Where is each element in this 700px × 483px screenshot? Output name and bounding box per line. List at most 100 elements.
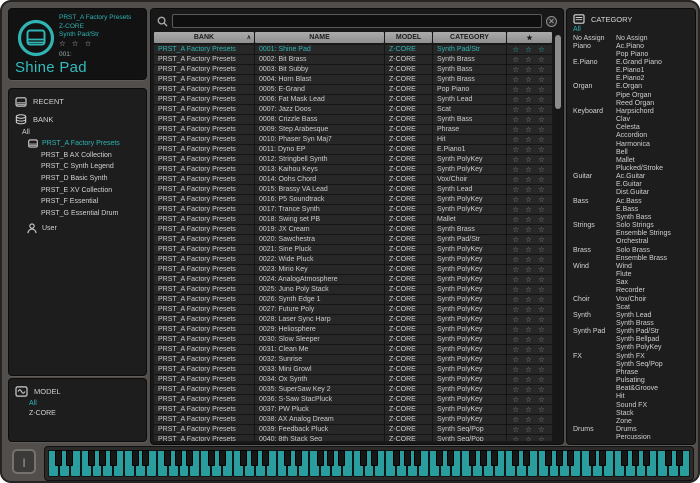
category-sub-item[interactable]: E.Guitar bbox=[616, 181, 695, 189]
bank-item[interactable]: PRST_G Essential Drum bbox=[9, 208, 146, 220]
cell-rating-stars[interactable]: ☆ ☆ ☆ bbox=[507, 265, 552, 274]
cell-rating-stars[interactable]: ☆ ☆ ☆ bbox=[507, 345, 552, 354]
table-row[interactable]: PRST_A Factory Presets0028: Laser Sync H… bbox=[154, 315, 552, 324]
user-bank-item[interactable]: User bbox=[9, 221, 146, 235]
cell-rating-stars[interactable]: ☆ ☆ ☆ bbox=[507, 325, 552, 334]
table-row[interactable]: PRST_A Factory Presets0012: Stringbell S… bbox=[154, 155, 552, 164]
category-sub-item[interactable]: Clav bbox=[616, 116, 695, 124]
category-sub-item[interactable]: Ac.Bass bbox=[616, 198, 695, 206]
category-group-name[interactable]: Piano bbox=[573, 43, 616, 59]
piano-key-black[interactable] bbox=[327, 450, 334, 466]
category-sub-item[interactable]: Synth Bass bbox=[616, 214, 695, 222]
cell-rating-stars[interactable]: ☆ ☆ ☆ bbox=[507, 185, 552, 194]
table-row[interactable]: PRST_A Factory Presets0030: Slow Sleeper… bbox=[154, 335, 552, 344]
category-group-name[interactable]: No Assign bbox=[573, 35, 616, 43]
piano-key-black[interactable] bbox=[491, 450, 498, 466]
category-sub-item[interactable]: Percussion bbox=[616, 434, 695, 442]
table-scrollbar-thumb[interactable] bbox=[555, 35, 561, 109]
bank-item[interactable]: PRST_C Synth Legend bbox=[9, 161, 146, 173]
table-row[interactable]: PRST_A Factory Presets0034: Ox SynthZ-CO… bbox=[154, 375, 552, 384]
category-sub-item[interactable]: Sound FX bbox=[616, 402, 695, 410]
piano-key-black[interactable] bbox=[447, 450, 454, 466]
piano-key-black[interactable] bbox=[665, 450, 672, 466]
cell-rating-stars[interactable]: ☆ ☆ ☆ bbox=[507, 245, 552, 254]
category-sub-item[interactable]: Harpsichord bbox=[616, 108, 695, 116]
category-sub-item[interactable]: Synth Bellpad bbox=[616, 336, 695, 344]
piano-key-black[interactable] bbox=[142, 450, 149, 466]
cell-rating-stars[interactable]: ☆ ☆ ☆ bbox=[507, 305, 552, 314]
table-row[interactable]: PRST_A Factory Presets0001: Shine PadZ-C… bbox=[154, 45, 552, 54]
category-sub-item[interactable]: Pipe Organ bbox=[616, 92, 695, 100]
category-sub-item[interactable]: Scat bbox=[616, 304, 695, 312]
search-clear-button[interactable]: ✕ bbox=[546, 16, 557, 27]
piano-key-black[interactable] bbox=[436, 450, 443, 466]
cell-rating-stars[interactable]: ☆ ☆ ☆ bbox=[507, 405, 552, 414]
cell-rating-stars[interactable]: ☆ ☆ ☆ bbox=[507, 275, 552, 284]
cell-rating-stars[interactable]: ☆ ☆ ☆ bbox=[507, 125, 552, 134]
category-sub-item[interactable]: Synth FX bbox=[616, 353, 695, 361]
recent-item[interactable]: RECENT bbox=[9, 94, 146, 109]
piano-key-black[interactable] bbox=[599, 450, 606, 466]
table-row[interactable]: PRST_A Factory Presets0014: Oohs ChordZ-… bbox=[154, 175, 552, 184]
category-sub-item[interactable]: Recorder bbox=[616, 287, 695, 295]
category-group-name[interactable]: Guitar bbox=[573, 173, 616, 197]
piano-key-black[interactable] bbox=[556, 450, 563, 466]
table-row[interactable]: PRST_A Factory Presets0026: Synth Edge 1… bbox=[154, 295, 552, 304]
category-sub-item[interactable]: Orchestral bbox=[616, 238, 695, 246]
piano-key-black[interactable] bbox=[186, 450, 193, 466]
piano-key-black[interactable] bbox=[88, 450, 95, 466]
cell-rating-stars[interactable]: ☆ ☆ ☆ bbox=[507, 355, 552, 364]
piano-key-black[interactable] bbox=[110, 450, 117, 466]
search-input[interactable] bbox=[172, 14, 542, 28]
category-group-name[interactable]: Organ bbox=[573, 83, 616, 107]
table-row[interactable]: PRST_A Factory Presets0006: Fat Mask Lea… bbox=[154, 95, 552, 104]
category-group-name[interactable]: Wind bbox=[573, 263, 616, 296]
cell-rating-stars[interactable]: ☆ ☆ ☆ bbox=[507, 135, 552, 144]
category-sub-item[interactable]: Synth Lead bbox=[616, 312, 695, 320]
category-sub-item[interactable]: No Assign bbox=[616, 35, 695, 43]
category-sub-item[interactable]: Synth PolyKey bbox=[616, 344, 695, 352]
category-sub-item[interactable]: Vox/Choir bbox=[616, 296, 695, 304]
table-row[interactable]: PRST_A Factory Presets0024: AnalogAtmosp… bbox=[154, 275, 552, 284]
category-sub-item[interactable]: Beat&Groove bbox=[616, 385, 695, 393]
table-row[interactable]: PRST_A Factory Presets0020: SawchestraZ-… bbox=[154, 235, 552, 244]
category-sub-item[interactable]: Stack bbox=[616, 410, 695, 418]
cell-rating-stars[interactable]: ☆ ☆ ☆ bbox=[507, 105, 552, 114]
cell-rating-stars[interactable]: ☆ ☆ ☆ bbox=[507, 225, 552, 234]
cell-rating-stars[interactable]: ☆ ☆ ☆ bbox=[507, 175, 552, 184]
cell-rating-stars[interactable]: ☆ ☆ ☆ bbox=[507, 165, 552, 174]
category-sub-item[interactable]: Hit bbox=[616, 393, 695, 401]
cell-rating-stars[interactable]: ☆ ☆ ☆ bbox=[507, 45, 552, 54]
table-row[interactable]: PRST_A Factory Presets0039: Feedback Plu… bbox=[154, 425, 552, 434]
piano-key-black[interactable] bbox=[632, 450, 639, 466]
cell-rating-stars[interactable]: ☆ ☆ ☆ bbox=[507, 425, 552, 434]
cell-rating-stars[interactable]: ☆ ☆ ☆ bbox=[507, 335, 552, 344]
category-sub-item[interactable]: Pop Piano bbox=[616, 51, 695, 59]
cell-rating-stars[interactable]: ☆ ☆ ☆ bbox=[507, 365, 552, 374]
table-row[interactable]: PRST_A Factory Presets0003: Bit SubbyZ-C… bbox=[154, 65, 552, 74]
cell-rating-stars[interactable]: ☆ ☆ ☆ bbox=[507, 235, 552, 244]
category-sub-item[interactable]: Synth Pad/Str bbox=[616, 328, 695, 336]
bank-item[interactable]: PRST_E XV Collection bbox=[9, 184, 146, 196]
cell-rating-stars[interactable]: ☆ ☆ ☆ bbox=[507, 395, 552, 404]
bank-item[interactable]: PRST_B AX Collection bbox=[9, 150, 146, 162]
cell-rating-stars[interactable]: ☆ ☆ ☆ bbox=[507, 255, 552, 264]
table-row[interactable]: PRST_A Factory Presets0002: Bit BrassZ-C… bbox=[154, 55, 552, 64]
table-row[interactable]: PRST_A Factory Presets0038: AX Analog Dr… bbox=[154, 415, 552, 424]
table-row[interactable]: PRST_A Factory Presets0013: Kaihou KeysZ… bbox=[154, 165, 552, 174]
category-sub-item[interactable]: Solo Strings bbox=[616, 222, 695, 230]
keyboard-panel-toggle-button[interactable]: | bbox=[12, 449, 36, 474]
table-row[interactable]: PRST_A Factory Presets0023: Mirio KeyZ-C… bbox=[154, 265, 552, 274]
category-sub-item[interactable]: Flute bbox=[616, 271, 695, 279]
table-row[interactable]: PRST_A Factory Presets0010: Phaser Syn M… bbox=[154, 135, 552, 144]
cell-rating-stars[interactable]: ☆ ☆ ☆ bbox=[507, 65, 552, 74]
cell-rating-stars[interactable]: ☆ ☆ ☆ bbox=[507, 205, 552, 214]
table-row[interactable]: PRST_A Factory Presets0016: P5 Soundtrac… bbox=[154, 195, 552, 204]
piano-key-black[interactable] bbox=[338, 450, 345, 466]
category-sub-item[interactable]: E.Organ bbox=[616, 83, 695, 91]
column-header-name[interactable]: NAME bbox=[255, 32, 384, 43]
column-header-rating[interactable]: ★ bbox=[507, 32, 552, 43]
cell-rating-stars[interactable]: ☆ ☆ ☆ bbox=[507, 195, 552, 204]
column-header-category[interactable]: CATEGORY bbox=[433, 32, 506, 43]
table-row[interactable]: PRST_A Factory Presets0027: Future PolyZ… bbox=[154, 305, 552, 314]
